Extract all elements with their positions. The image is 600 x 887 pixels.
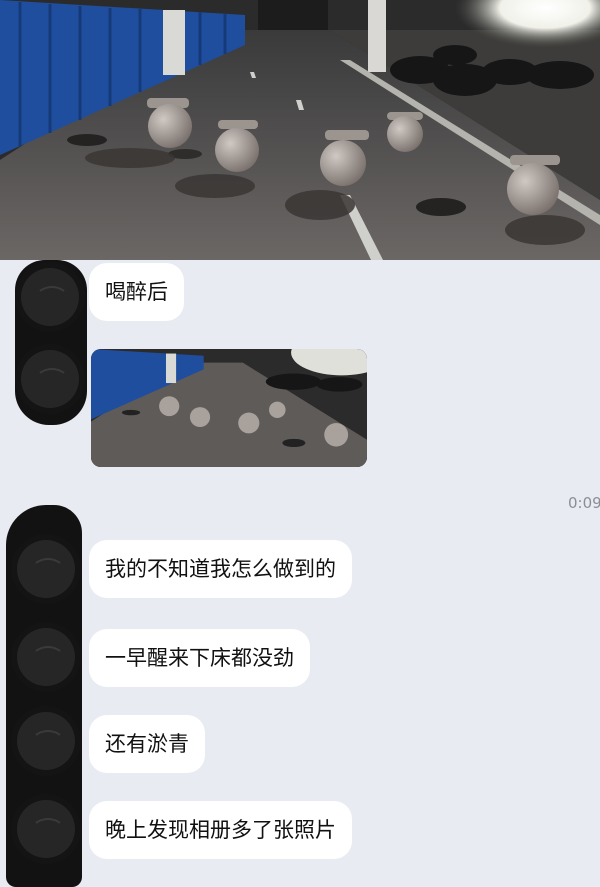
message-text: 我的不知道我怎么做到的 [105, 557, 336, 581]
message-text: 一早醒来下床都没劲 [105, 646, 294, 670]
street-bollards-thumbnail [91, 349, 367, 467]
avatar[interactable] [17, 540, 75, 598]
avatar[interactable] [17, 712, 75, 770]
street-photo [0, 0, 600, 260]
chat-area[interactable]: 喝醉后 0:09 我的不知道我怎么做到的 一早醒来下床都没劲 还有淤青 晚上发现… [0, 260, 600, 887]
message-bubble[interactable]: 晚上发现相册多了张照片 [89, 801, 352, 859]
message-bubble[interactable]: 我的不知道我怎么做到的 [89, 540, 352, 598]
avatar[interactable] [21, 350, 79, 408]
message-text: 还有淤青 [105, 732, 189, 756]
message-bubble[interactable]: 还有淤青 [89, 715, 205, 773]
message-bubble[interactable]: 一早醒来下床都没劲 [89, 629, 310, 687]
message-text: 晚上发现相册多了张照片 [105, 818, 336, 842]
avatar[interactable] [17, 800, 75, 858]
street-scene-illustration [0, 0, 600, 260]
avatar[interactable] [17, 628, 75, 686]
message-text: 喝醉后 [105, 280, 168, 304]
message-timestamp: 0:09 [568, 494, 600, 512]
image-message[interactable] [91, 349, 367, 467]
message-bubble[interactable]: 喝醉后 [89, 263, 184, 321]
avatar[interactable] [21, 268, 79, 326]
